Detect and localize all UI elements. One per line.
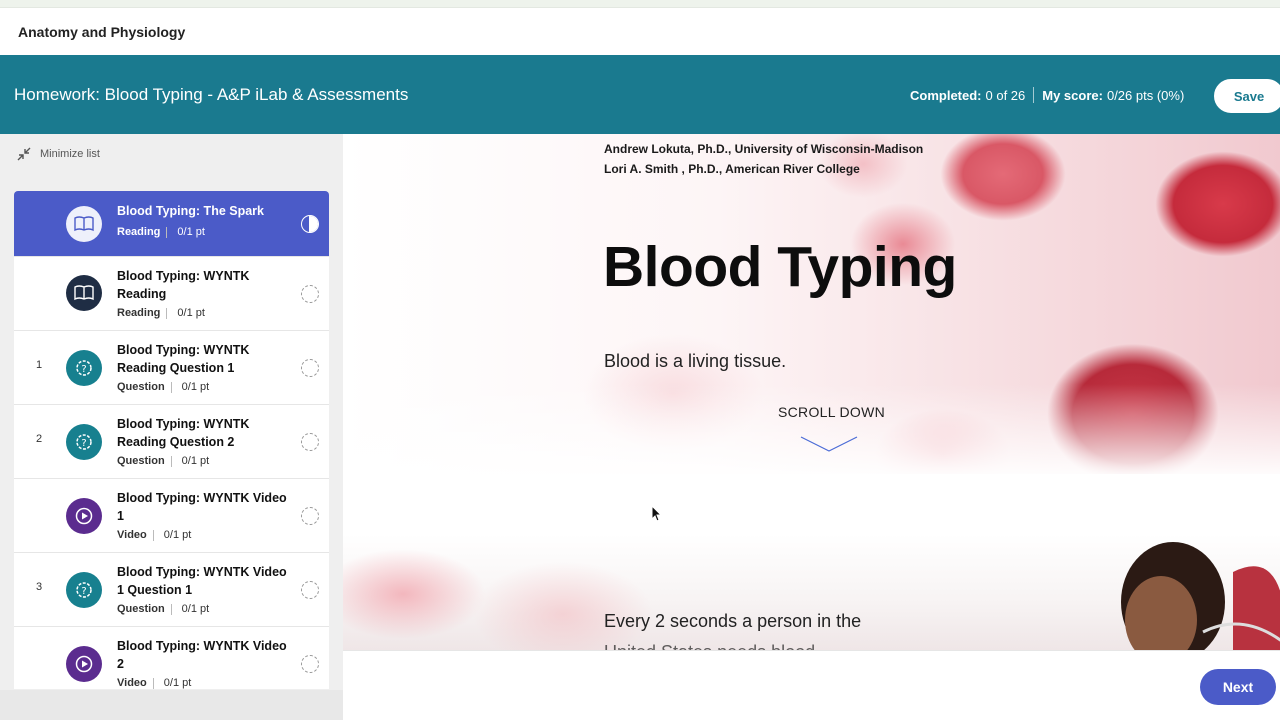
- minimize-list-label: Minimize list: [40, 148, 100, 160]
- not-started-status-icon: [301, 359, 319, 377]
- item-type: Question: [117, 603, 165, 615]
- completed-value: 0 of 26: [985, 87, 1026, 103]
- item-meta: Video 0/1 pt: [117, 677, 191, 689]
- completed-label: Completed:: [910, 87, 982, 103]
- course-title-bar: Anatomy and Physiology: [0, 8, 1280, 55]
- book-icon: [66, 206, 102, 242]
- list-item[interactable]: 1 ? Blood Typing: WYNTK Reading Question…: [14, 331, 329, 405]
- list-item[interactable]: Blood Typing: WYNTK Video 1 Video 0/1 pt: [14, 479, 329, 553]
- score-label: My score:: [1042, 87, 1103, 103]
- meta-divider: [166, 307, 168, 319]
- chevron-down-icon[interactable]: [799, 434, 859, 454]
- minimize-icon: [17, 147, 31, 161]
- author-2: Lori A. Smith , Ph.D., American River Co…: [604, 162, 860, 176]
- body-text: Every 2 seconds a person in the: [604, 611, 862, 631]
- minimize-list-button[interactable]: Minimize list: [16, 146, 100, 162]
- item-type: Video: [117, 677, 147, 689]
- not-started-status-icon: [301, 581, 319, 599]
- in-progress-status-icon: [301, 215, 319, 233]
- svg-text:?: ?: [81, 438, 86, 449]
- meta-divider: [170, 603, 172, 615]
- meta-divider: [166, 226, 168, 238]
- item-meta: Video 0/1 pt: [117, 529, 191, 541]
- play-icon: [66, 646, 102, 682]
- list-item[interactable]: 2 ? Blood Typing: WYNTK Reading Question…: [14, 405, 329, 479]
- item-points: 0/1 pt: [177, 226, 205, 238]
- author-1: Andrew Lokuta, Ph.D., University of Wisc…: [604, 142, 924, 156]
- svg-text:?: ?: [81, 364, 86, 375]
- content-footer: Next: [343, 650, 1280, 720]
- item-number: 3: [36, 581, 43, 593]
- meta-divider: [170, 381, 172, 393]
- progress-stats: Completed: 0 of 26 My score: 0/26 pts (0…: [910, 87, 1184, 103]
- assignment-sidebar: Minimize list Blood Typing: The Spark Re…: [0, 134, 343, 720]
- item-title: Blood Typing: WYNTK Reading Question 1: [117, 343, 250, 375]
- stats-divider: [1033, 87, 1035, 103]
- item-meta: Reading 0/1 pt: [117, 226, 205, 238]
- item-title: Blood Typing: WYNTK Video 1: [117, 491, 287, 523]
- item-meta: Question 0/1 pt: [117, 603, 209, 615]
- not-started-status-icon: [301, 285, 319, 303]
- item-number: 2: [36, 433, 43, 445]
- meta-divider: [152, 677, 154, 689]
- item-type: Video: [117, 529, 147, 541]
- book-icon: [66, 275, 102, 311]
- item-title: Blood Typing: WYNTK Video 2: [117, 639, 287, 671]
- not-started-status-icon: [301, 507, 319, 525]
- meta-divider: [152, 529, 154, 541]
- save-button[interactable]: Save: [1214, 79, 1280, 113]
- item-type: Reading: [117, 307, 161, 319]
- item-meta: Question 0/1 pt: [117, 381, 209, 393]
- item-title: Blood Typing: WYNTK Reading: [117, 269, 250, 301]
- page-title: Blood Typing: [603, 235, 957, 299]
- not-started-status-icon: [301, 433, 319, 451]
- play-icon: [66, 498, 102, 534]
- item-points: 0/1 pt: [163, 677, 192, 689]
- body-text-cut: United States needs blood: [604, 642, 815, 650]
- item-number: 1: [36, 359, 43, 371]
- item-meta: Reading 0/1 pt: [117, 307, 205, 319]
- sidebar-footer: [0, 690, 343, 720]
- item-title: Blood Typing: WYNTK Reading Question 2: [117, 417, 250, 449]
- question-gear-icon: ?: [66, 424, 102, 460]
- assignment-list: Blood Typing: The Spark Reading 0/1 pt Bl…: [14, 191, 329, 689]
- list-item-active[interactable]: Blood Typing: The Spark Reading 0/1 pt: [14, 191, 329, 257]
- item-type: Reading: [117, 226, 161, 238]
- item-points: 0/1 pt: [177, 307, 205, 319]
- reading-content[interactable]: Andrew Lokuta, Ph.D., University of Wisc…: [343, 134, 1280, 650]
- question-gear-icon: ?: [66, 572, 102, 608]
- item-points: 0/1 pt: [181, 381, 210, 393]
- blood-donor-image: [1121, 542, 1280, 650]
- item-points: 0/1 pt: [181, 603, 210, 615]
- browser-top-strip: [0, 0, 1280, 8]
- homework-header: Homework: Blood Typing - A&P iLab & Asse…: [0, 55, 1280, 134]
- not-started-status-icon: [301, 655, 319, 673]
- meta-divider: [170, 455, 172, 467]
- scroll-down-label[interactable]: SCROLL DOWN: [778, 404, 885, 420]
- item-points: 0/1 pt: [181, 455, 210, 467]
- list-item[interactable]: Blood Typing: WYNTK Reading Reading 0/1 p…: [14, 257, 329, 331]
- item-points: 0/1 pt: [163, 529, 192, 541]
- next-button[interactable]: Next: [1200, 669, 1276, 705]
- question-gear-icon: ?: [66, 350, 102, 386]
- item-type: Question: [117, 381, 165, 393]
- score-value: 0/26 pts (0%): [1106, 87, 1185, 103]
- authors: Andrew Lokuta, Ph.D., University of Wisc…: [604, 139, 923, 179]
- item-type: Question: [117, 455, 165, 467]
- item-title: Blood Typing: WYNTK Video 1 Question 1: [117, 565, 287, 597]
- item-title: Blood Typing: The Spark: [117, 204, 264, 218]
- homework-title: Homework: Blood Typing - A&P iLab & Asse…: [14, 85, 409, 104]
- page-subtitle: Blood is a living tissue.: [604, 351, 787, 371]
- mouse-cursor-icon: [651, 505, 663, 522]
- list-item[interactable]: Blood Typing: WYNTK Video 2 Video 0/1 pt: [14, 627, 329, 689]
- course-title: Anatomy and Physiology: [18, 23, 186, 40]
- svg-text:?: ?: [81, 586, 86, 597]
- list-item[interactable]: 3 ? Blood Typing: WYNTK Video 1 Question…: [14, 553, 329, 627]
- item-meta: Question 0/1 pt: [117, 455, 209, 467]
